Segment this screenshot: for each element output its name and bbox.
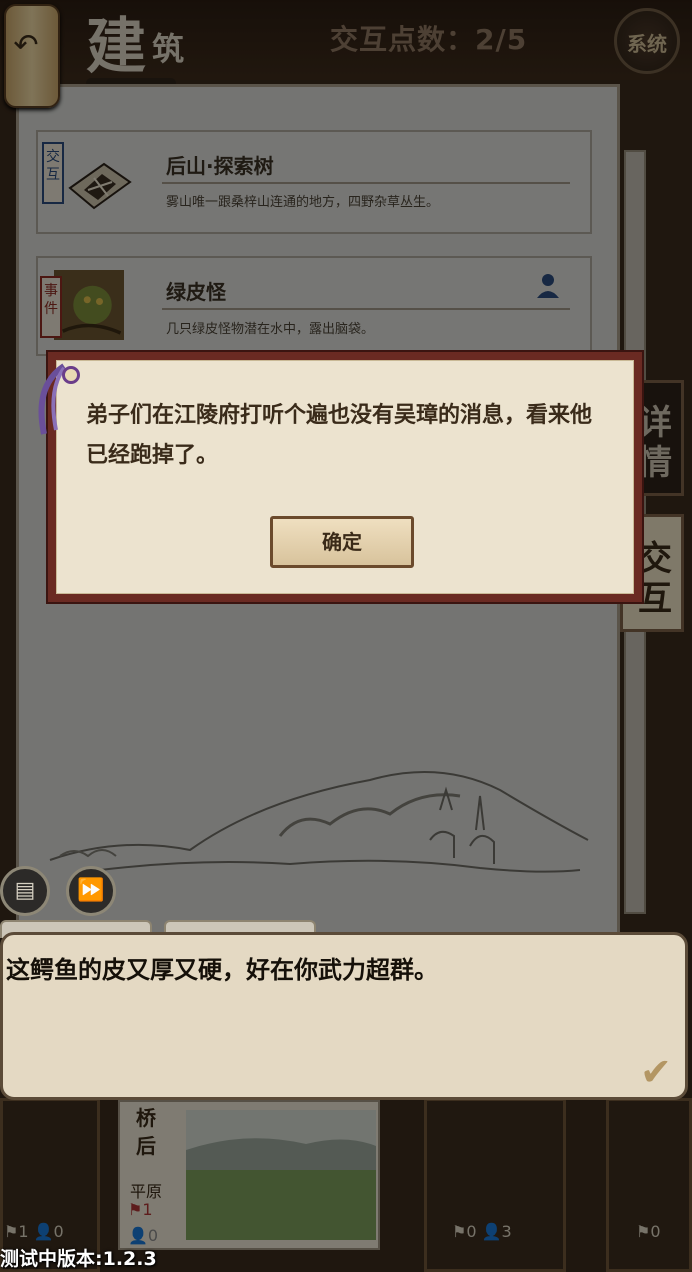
version-label: 测试中版本:1.2.3 <box>0 1248 157 1270</box>
check-icon[interactable]: ✔ <box>640 1053 684 1091</box>
fast-forward-icon: ⏩ <box>77 878 105 903</box>
dialogue-text: 这鳄鱼的皮又厚又硬，好在你武力超群。 <box>6 956 438 984</box>
fast-forward-button[interactable]: ⏩ <box>66 866 116 916</box>
ribbon-tag <box>38 363 66 435</box>
confirm-button[interactable]: 确定 <box>270 516 414 568</box>
dialog-message: 弟子们在江陵府打听个遍也没有吴璋的消息，看来他已经跑掉了。 <box>86 403 593 468</box>
log-button[interactable]: ▤ <box>0 866 50 916</box>
tag-ring <box>62 366 80 384</box>
log-icon: ▤ <box>14 878 36 903</box>
